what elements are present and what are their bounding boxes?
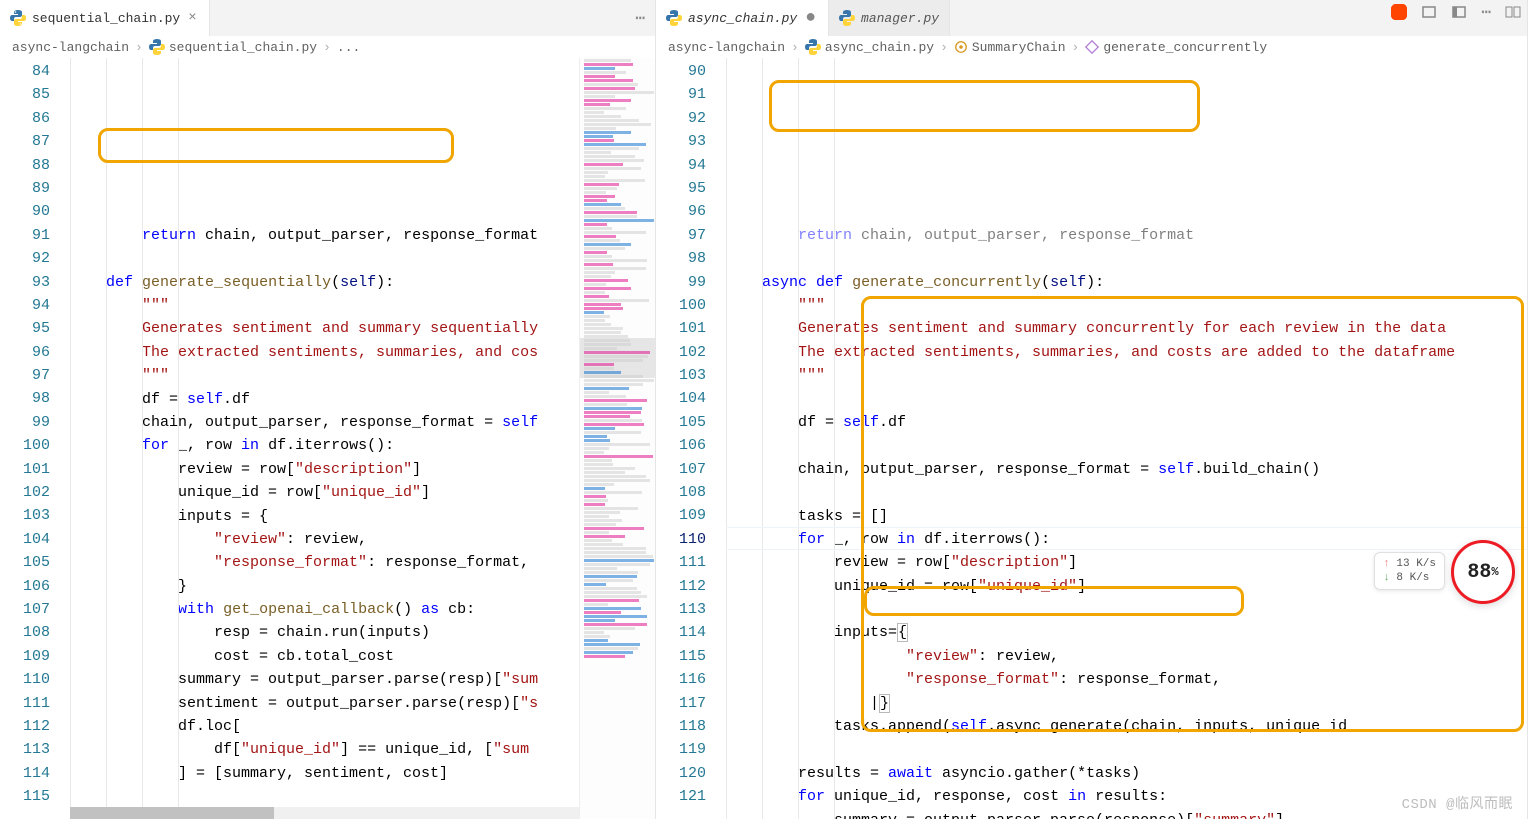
line-gutter-right: 9091929394959697989910010110210310410510…	[656, 58, 726, 819]
split-icon[interactable]	[1505, 4, 1521, 20]
breadcrumb-file[interactable]: async_chain.py	[805, 39, 934, 55]
tab-sequential-chain[interactable]: sequential_chain.py ×	[0, 0, 210, 36]
tab-actions-left: ⋯	[635, 0, 655, 36]
chevron-right-icon: ›	[135, 40, 143, 55]
python-icon	[149, 39, 165, 55]
code-right[interactable]: return chain, output_parser, response_fo…	[726, 58, 1527, 819]
editor-pane-right: async_chain.py ● manager.py ⋯ async-lang…	[656, 0, 1528, 819]
breadcrumb-more[interactable]: ...	[337, 40, 360, 55]
code-left[interactable]: return chain, output_parser, response_fo…	[70, 58, 655, 819]
chevron-right-icon: ›	[1072, 40, 1080, 55]
line-gutter-left: 8485868788899091929394959697989910010110…	[0, 58, 70, 819]
network-speed-badge: 13 K/s 8 K/s	[1374, 552, 1445, 590]
breadcrumb-method[interactable]: generate_concurrently	[1085, 40, 1267, 55]
rect-icon[interactable]	[1421, 4, 1437, 20]
chevron-right-icon: ›	[791, 40, 799, 55]
tab-bar-left: sequential_chain.py × ⋯	[0, 0, 655, 36]
horizontal-scrollbar[interactable]	[70, 807, 579, 819]
editor-right[interactable]: 9091929394959697989910010110210310410510…	[656, 58, 1527, 819]
python-icon	[10, 10, 26, 26]
breadcrumbs-right[interactable]: async-langchain › async_chain.py › Summa…	[656, 36, 1527, 58]
class-icon	[954, 40, 968, 54]
more-actions-icon[interactable]: ⋯	[635, 8, 645, 28]
tab-label: manager.py	[861, 11, 939, 26]
scrollbar-thumb[interactable]	[70, 807, 274, 819]
watermark-text: CSDN @临风而眠	[1402, 793, 1513, 813]
python-icon	[839, 10, 855, 26]
more-actions-icon[interactable]: ⋯	[1481, 2, 1491, 22]
breadcrumb-class[interactable]: SummaryChain	[954, 40, 1066, 55]
tab-label: sequential_chain.py	[32, 11, 180, 26]
badge-percent: %	[1491, 565, 1498, 579]
breadcrumb-folder[interactable]: async-langchain	[668, 40, 785, 55]
method-icon	[1085, 40, 1099, 54]
breadcrumbs-left[interactable]: async-langchain › sequential_chain.py › …	[0, 36, 655, 58]
breadcrumb-folder[interactable]: async-langchain	[12, 40, 129, 55]
title-bar-icons: ⋯	[1391, 2, 1521, 22]
tab-async-chain[interactable]: async_chain.py ●	[656, 0, 829, 36]
badge-value: 88	[1467, 561, 1491, 584]
upload-speed: 13 K/s	[1383, 557, 1436, 571]
python-icon	[805, 39, 821, 55]
download-speed: 8 K/s	[1383, 571, 1436, 585]
tab-label: async_chain.py	[688, 11, 797, 26]
breadcrumb-file[interactable]: sequential_chain.py	[149, 39, 317, 55]
sidebar-icon[interactable]	[1451, 4, 1467, 20]
chevron-right-icon: ›	[940, 40, 948, 55]
chevron-right-icon: ›	[323, 40, 331, 55]
tab-bar-right: async_chain.py ● manager.py ⋯	[656, 0, 1527, 36]
editor-left[interactable]: 8485868788899091929394959697989910010110…	[0, 58, 655, 819]
tab-modified-icon[interactable]: ●	[803, 8, 818, 28]
tab-manager[interactable]: manager.py	[829, 0, 950, 36]
tab-close-icon[interactable]: ×	[186, 10, 198, 26]
python-icon	[666, 10, 682, 26]
editor-pane-left: sequential_chain.py × ⋯ async-langchain …	[0, 0, 656, 819]
current-line-highlight	[726, 527, 1527, 550]
circular-progress-badge: 88%	[1451, 540, 1515, 604]
minimap-left[interactable]	[579, 58, 655, 819]
app-icon	[1391, 4, 1407, 20]
